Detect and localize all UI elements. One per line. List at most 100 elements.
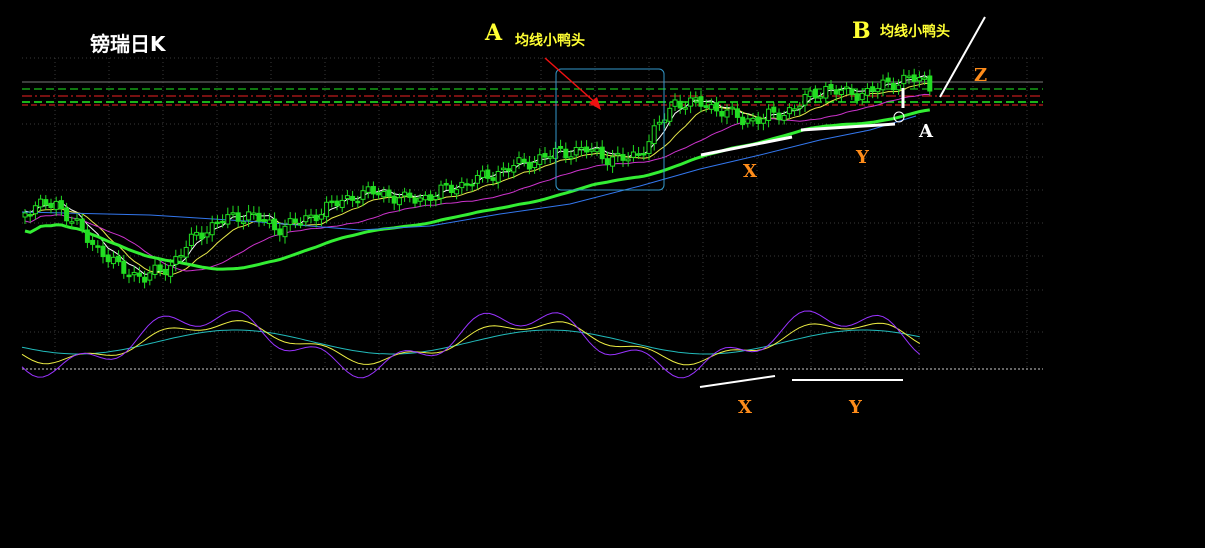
chart-title: 镑瑞日K [90,32,166,56]
candle-body [235,212,241,222]
candle-body [58,200,64,210]
candle-body [495,170,501,183]
candle-body [38,198,44,208]
candle-body [818,96,824,99]
candle-body [916,77,922,82]
candle-body [318,214,324,220]
candle-body [859,92,865,101]
candle-body [443,183,449,186]
candle-body [532,161,538,169]
candle-body [844,86,850,89]
candle-body [875,88,881,93]
candle-body [251,212,257,216]
candle-body [734,108,740,118]
candle-body [802,93,808,106]
candle-body [610,156,616,167]
candle-body [407,192,413,198]
candle-body [823,85,829,99]
candle-body [116,255,122,263]
candle-body [646,141,652,154]
candle-body [292,218,298,223]
label-x-price: X [743,161,757,182]
candle-body [490,177,496,181]
candle-body [797,105,803,109]
candle-body [178,254,184,258]
candle-body [188,233,194,247]
candle-body [131,271,137,276]
candle-body [162,268,168,275]
candle-body [880,79,886,91]
candle-body [604,158,610,166]
candle-body [381,190,387,198]
candle-body [521,158,527,163]
candle-body [428,194,434,201]
candle-body [43,199,49,206]
candle-body [147,272,153,281]
candle-body [750,117,756,122]
trendline-x-oscillator [699,375,776,388]
candle-body [625,158,631,162]
candle-body [563,148,569,159]
candle-body [594,148,600,153]
duck-head-box [555,68,665,191]
candle-body [807,90,813,97]
candle-body [469,183,475,187]
candle-body [506,168,512,172]
candle-body [662,119,668,124]
candle-body [599,146,605,160]
candle-body [303,215,309,223]
candle-body [870,86,876,92]
candle-body [386,189,392,197]
candle-body [350,195,356,201]
candle-body [703,105,709,108]
label-b-top: B [852,18,871,44]
candle-body [136,272,142,277]
candle-body [740,116,746,126]
candle-body [714,102,720,112]
candle-body [313,214,319,222]
candle-body [693,97,699,101]
candle-body [324,201,330,218]
candle-body [152,264,158,275]
candle-body [927,75,933,92]
candle-body [672,99,678,107]
candle-body [771,106,777,113]
candle-body [589,149,595,152]
candle-body [766,108,772,121]
candle-body [360,190,366,200]
candle-body [729,106,735,110]
candle-body [256,212,262,222]
candle-body [90,239,96,245]
candle-body [110,256,116,265]
candle-body [516,157,522,165]
candle-body [682,107,688,110]
candle-body [641,152,647,156]
candle-body [573,146,579,156]
candle-body [194,231,200,236]
candle-body [454,189,460,195]
label-b-duck-head: 均线小鸭头 [880,24,950,40]
candle-body [890,82,896,91]
candle-body [885,77,891,83]
candle-body [838,89,844,95]
candle-body [812,88,818,99]
candle-body [547,156,553,159]
candle-body [79,218,85,230]
candle-body [168,265,174,277]
candle-body [433,195,439,200]
candle-body [126,274,132,278]
candle-body [100,245,106,258]
candle-body [417,197,423,202]
candle-body [584,146,590,153]
candle-body [277,228,283,236]
candle-body [339,199,345,208]
candle-body [220,220,226,224]
candle-body [27,213,33,217]
candle-body [308,214,314,218]
candle-body [630,151,636,158]
candle-body [896,84,902,91]
candle-body [464,183,470,186]
chart-canvas [21,16,1043,388]
oscillator [21,310,921,379]
label-y-oscillator: Y [849,397,862,418]
